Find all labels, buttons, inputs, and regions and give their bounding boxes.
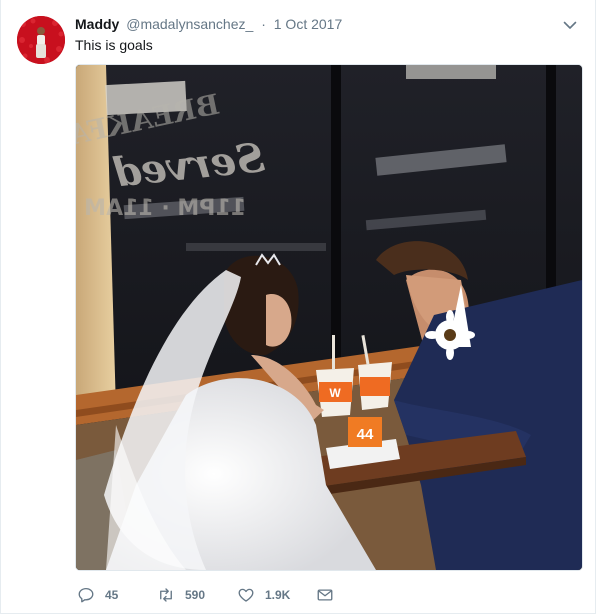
separator-dot: ·	[261, 16, 266, 32]
table-number-text: 44	[357, 426, 374, 443]
like-button[interactable]: 1.9K	[237, 583, 290, 607]
tweet-actions: 45 590 1.9K	[75, 583, 535, 607]
tweet-header: Maddy @madalynsanchez_ · 1 Oct 2017	[75, 14, 342, 34]
avatar[interactable]	[17, 16, 65, 64]
direct-message-button[interactable]	[316, 583, 334, 607]
author-name[interactable]: Maddy	[75, 16, 119, 32]
tweet-photo[interactable]: BREAKFAST Served 11PM · 11AM 44 W	[75, 64, 583, 571]
heart-icon	[238, 588, 254, 602]
author-handle[interactable]: @madalynsanchez_	[126, 16, 253, 32]
tweet-timestamp[interactable]: 1 Oct 2017	[274, 16, 343, 32]
reply-icon	[78, 587, 94, 603]
envelope-icon	[317, 589, 333, 601]
tweet-text: This is goals	[75, 37, 153, 53]
reply-button[interactable]: 45	[77, 583, 118, 607]
retweet-icon	[160, 588, 172, 602]
svg-text:11PM · 11AM: 11PM · 11AM	[84, 196, 246, 221]
reply-count: 45	[105, 588, 119, 602]
like-count: 1.9K	[265, 588, 291, 602]
tweet-card[interactable]: Maddy @madalynsanchez_ · 1 Oct 2017 This…	[0, 0, 596, 614]
chevron-down-icon[interactable]	[561, 16, 579, 34]
retweet-button[interactable]: 590	[157, 583, 205, 607]
cup-logo-text: W	[329, 386, 341, 400]
retweet-count: 590	[185, 588, 206, 602]
